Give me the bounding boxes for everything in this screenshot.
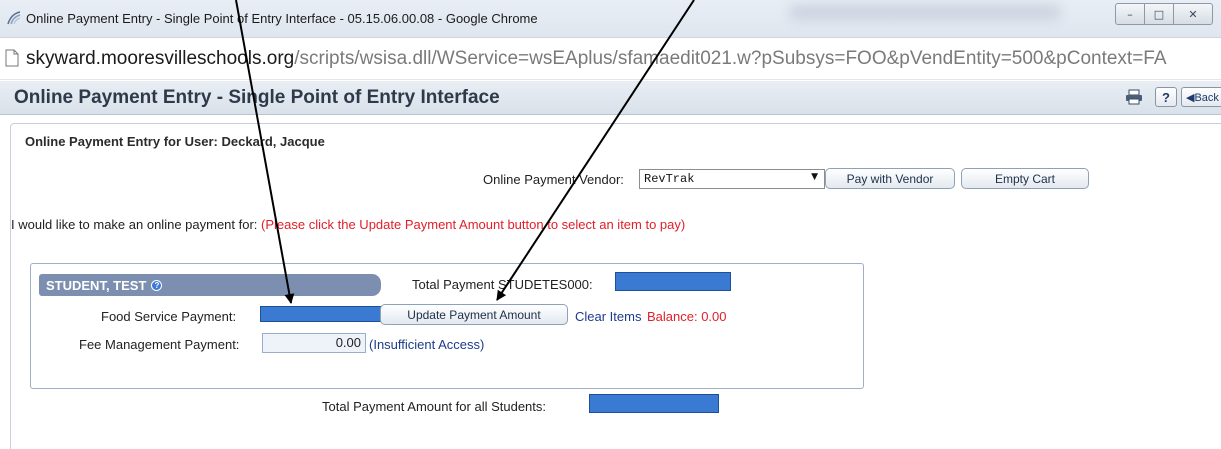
fee-management-label: Fee Management Payment: xyxy=(79,337,240,352)
student-total-redacted-field[interactable] xyxy=(615,272,731,291)
grand-total-redacted-field[interactable] xyxy=(589,394,719,413)
minimize-button[interactable]: – xyxy=(1115,3,1145,25)
empty-cart-label: Empty Cart xyxy=(994,171,1055,186)
student-name-tab: STUDENT, TEST ? xyxy=(39,274,381,296)
dropdown-arrow-icon: ▼ xyxy=(811,172,818,182)
close-button[interactable]: ✕ xyxy=(1173,3,1213,25)
url-path: /scripts/wsisa.dll/WService=wsEAplus/sfa… xyxy=(294,48,1167,69)
fee-management-field[interactable]: 0.00 xyxy=(262,333,366,353)
balance-text: Balance: 0.00 xyxy=(647,309,727,324)
instruction-prefix: I would like to make an online payment f… xyxy=(11,217,258,232)
insufficient-access-text: (Insufficient Access) xyxy=(369,337,485,352)
empty-cart-button[interactable]: Empty Cart xyxy=(961,168,1089,189)
url-host: skyward.mooresvilleschools.org xyxy=(26,48,295,69)
update-payment-amount-button[interactable]: Update Payment Amount xyxy=(380,304,568,325)
grand-total-label: Total Payment Amount for all Students: xyxy=(322,399,547,414)
skyward-favicon-icon xyxy=(7,11,21,25)
url-text[interactable]: skyward.mooresvilleschools.org/scripts/w… xyxy=(26,48,1167,70)
main-panel: Online Payment Entry for User: Deckard, … xyxy=(10,123,1221,449)
vendor-label: Online Payment Vendor: xyxy=(483,172,624,187)
address-bar[interactable]: skyward.mooresvilleschools.org/scripts/w… xyxy=(0,38,1221,80)
update-payment-amount-label: Update Payment Amount xyxy=(407,307,541,322)
maximize-button[interactable]: □ xyxy=(1144,3,1174,25)
back-button[interactable]: ◀Back xyxy=(1181,87,1221,107)
instruction-text: I would like to make an online payment f… xyxy=(11,217,685,232)
page-title: Online Payment Entry - Single Point of E… xyxy=(14,87,500,108)
vendor-select-value: RevTrak xyxy=(644,172,695,186)
food-service-redacted-field[interactable] xyxy=(260,306,388,322)
info-icon[interactable]: ? xyxy=(151,279,163,291)
pay-with-vendor-button[interactable]: Pay with Vendor xyxy=(825,168,955,189)
header-tools: ? ◀Back xyxy=(1123,86,1221,108)
window-title: Online Payment Entry - Single Point of E… xyxy=(26,11,538,26)
blurred-tab-area xyxy=(790,4,1060,20)
student-section: STUDENT, TEST ? Total Payment STUDETES00… xyxy=(30,263,864,389)
user-label: Online Payment Entry for User: Deckard, … xyxy=(25,134,325,149)
page-header: Online Payment Entry - Single Point of E… xyxy=(0,81,1221,115)
clear-items-link[interactable]: Clear Items xyxy=(575,309,641,324)
food-service-label: Food Service Payment: xyxy=(101,309,237,324)
pay-with-vendor-label: Pay with Vendor xyxy=(846,171,934,186)
help-button[interactable]: ? xyxy=(1155,87,1177,107)
student-name: STUDENT, TEST xyxy=(46,277,147,293)
window-titlebar: Online Payment Entry - Single Point of E… xyxy=(0,0,1221,38)
window-controls: – □ ✕ xyxy=(1115,3,1213,25)
print-icon[interactable] xyxy=(1123,86,1145,108)
vendor-select[interactable]: RevTrak ▼ xyxy=(639,169,825,189)
student-total-label: Total Payment STUDETES000: xyxy=(412,277,593,292)
page-document-icon xyxy=(5,49,19,67)
instruction-warning: (Please click the Update Payment Amount … xyxy=(261,217,686,232)
